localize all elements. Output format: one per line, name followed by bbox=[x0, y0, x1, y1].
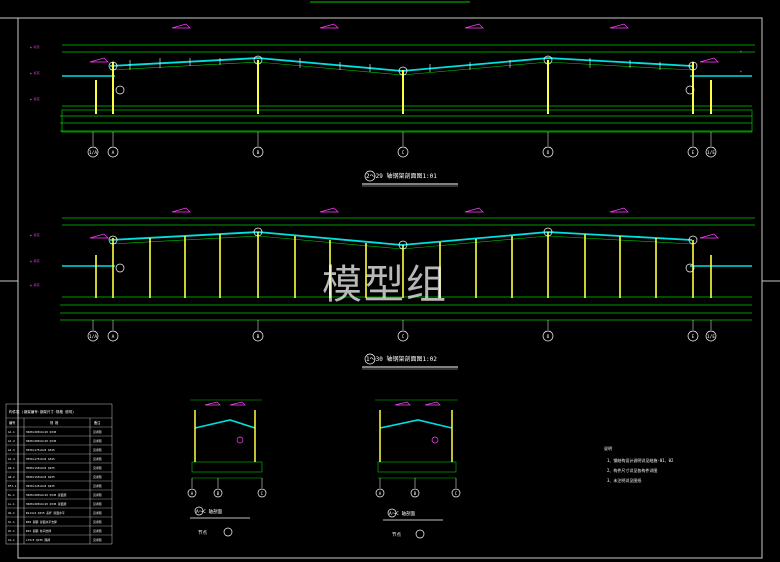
table-cell: 见详图 bbox=[93, 520, 102, 524]
table-cell: GJ-4 bbox=[8, 457, 15, 461]
table-title: 构件表 (钢架编号·钢架尺寸·规格 说明) bbox=[9, 409, 74, 414]
table-cell: ZC-1 bbox=[8, 529, 15, 533]
table-cell: GZ-1 bbox=[8, 466, 15, 470]
detail-2-scale: 节点 bbox=[392, 532, 401, 538]
table-cell: KFJ-1 bbox=[8, 484, 17, 488]
axis-label: 1/A bbox=[89, 150, 97, 156]
axis-label: D bbox=[547, 334, 550, 340]
elevation-1-title: 2～29 轴钢架剖面图1:01 bbox=[366, 172, 437, 180]
axis-label: E bbox=[692, 150, 695, 156]
svg-text:▲ 标高: ▲ 标高 bbox=[30, 70, 40, 75]
table-cell: GJ-2 bbox=[8, 439, 15, 443]
axis-label: B bbox=[257, 334, 260, 340]
table-cell: GZ-2 bbox=[8, 475, 15, 479]
table-cell: 见详图 bbox=[93, 538, 102, 542]
detail-2-title: A～C 轴剖面 bbox=[389, 510, 416, 517]
axis-label: E bbox=[692, 334, 695, 340]
table-cell: H400×200×6×10 Q345 bbox=[26, 439, 57, 443]
notes-heading: 说明 bbox=[604, 445, 612, 451]
axis-label: C bbox=[402, 334, 405, 340]
table-cell: 见详图 bbox=[93, 439, 102, 443]
table-cell: 见详图 bbox=[93, 484, 102, 488]
axis-label: A bbox=[112, 150, 115, 156]
axis-label: A bbox=[112, 334, 115, 340]
svg-text:▲: ▲ bbox=[740, 49, 742, 53]
table-cell: SC-1 bbox=[8, 520, 15, 524]
table-cell: KL-1 bbox=[8, 493, 15, 497]
axis-label: B bbox=[257, 150, 260, 156]
table-cell: H300×150×6×8 Q235 bbox=[26, 475, 55, 479]
svg-text:▲ 标高: ▲ 标高 bbox=[30, 232, 40, 237]
axis-label: 1/A bbox=[89, 334, 97, 340]
svg-text:▲ 标高: ▲ 标高 bbox=[30, 44, 40, 49]
table-cell: H400×200×6×10 Q345 bbox=[26, 430, 57, 434]
table-header: 备注 bbox=[94, 420, 101, 425]
watermark: 模型组 bbox=[322, 262, 448, 308]
elevation-2-title: 1～30 轴钢架剖面图1:02 bbox=[366, 355, 437, 363]
svg-text:▲ 标高: ▲ 标高 bbox=[30, 96, 40, 101]
detail-1-scale: 节点 bbox=[198, 530, 207, 536]
table-cell: H400×200×6×10 Q345 屋面梁 bbox=[26, 502, 67, 506]
table-cell: 见详图 bbox=[93, 457, 102, 461]
axis-label: C bbox=[402, 150, 405, 156]
table-cell: 见详图 bbox=[93, 475, 102, 479]
table-cell: 见详图 bbox=[93, 493, 102, 497]
table-cell: 见详图 bbox=[93, 529, 102, 533]
table-cell: XG-1 bbox=[8, 511, 15, 515]
table-cell: H400×200×6×10 Q345 屋面梁 bbox=[26, 493, 67, 497]
table-header: 规 格 bbox=[50, 420, 59, 425]
note-item: 3、未注明详见图纸 bbox=[607, 477, 641, 483]
svg-text:▲ 标高: ▲ 标高 bbox=[30, 282, 40, 287]
table-cell: H250×125×6×8 Q235 bbox=[26, 484, 55, 488]
svg-text:▲: ▲ bbox=[740, 69, 742, 73]
table-cell: H350×175×6×8 Q345 bbox=[26, 457, 55, 461]
table-cell: 见详图 bbox=[93, 448, 102, 452]
table-cell: Φ20 圆钢 屋面水平支撑 bbox=[26, 520, 57, 524]
axis-label: 1/E bbox=[707, 334, 715, 340]
table-cell: Φ25 圆钢 柱间支撑 bbox=[26, 529, 51, 533]
table-cell: 见详图 bbox=[93, 466, 102, 470]
axis-label: D bbox=[547, 150, 550, 156]
detail-1-title: A～C 轴剖面 bbox=[196, 508, 223, 515]
table-cell: CG-1 bbox=[8, 538, 15, 542]
table-cell: 见详图 bbox=[93, 502, 102, 506]
svg-text:▲ 标高: ▲ 标高 bbox=[30, 258, 40, 263]
table-cell: H300×150×6×8 Q235 bbox=[26, 466, 55, 470]
table-cell: Φ114×4 Q235 系杆 屋面水平 bbox=[26, 511, 65, 515]
table-cell: GJ-3 bbox=[8, 448, 15, 452]
table-cell: H350×175×6×8 Q345 bbox=[26, 448, 55, 452]
table-cell: LL-1 bbox=[8, 502, 15, 506]
table-cell: 见详图 bbox=[93, 430, 102, 434]
table-cell: GJ-1 bbox=[8, 430, 15, 434]
note-item: 2、构件尺寸详见各构件详图 bbox=[607, 467, 657, 473]
axis-label: 1/E bbox=[707, 150, 715, 156]
table-cell: L75×5 Q235 隅撑 bbox=[26, 538, 50, 542]
table-header: 编号 bbox=[9, 420, 15, 425]
note-item: 1、钢结构设计说明详见结施-01、02 bbox=[607, 457, 674, 463]
table-cell: 见详图 bbox=[93, 511, 102, 515]
